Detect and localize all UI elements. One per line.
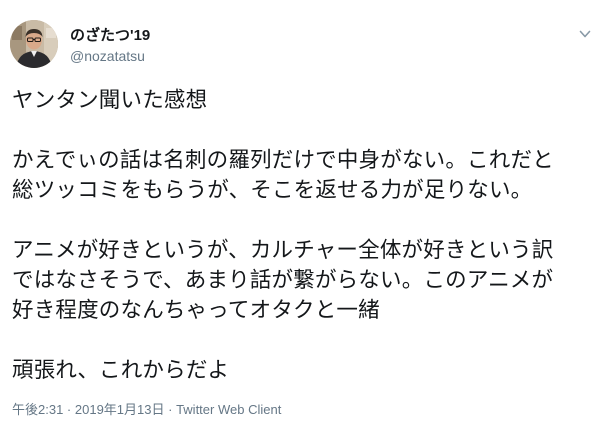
tweet-text-line: 好き程度のなんちゃってオタクと一緒 bbox=[12, 298, 380, 323]
tweet-card: のざたつ'19 @nozatatsu ヤンタン聞いた感想 かえでぃの話は名刺の羅… bbox=[0, 0, 600, 435]
tweet-text-line: ヤンタン聞いた感想 bbox=[12, 88, 208, 113]
tweet-text-line: かえでぃの話は名刺の羅列だけで中身がない。これだと bbox=[12, 148, 554, 173]
tweet-text-line bbox=[12, 206, 598, 236]
tweet-text-line: ではなさそうで、あまり話が繋がらない。このアニメが bbox=[12, 268, 554, 293]
tweet-text: ヤンタン聞いた感想 かえでぃの話は名刺の羅列だけで中身がない。これだと 総ツッコ… bbox=[12, 86, 598, 386]
tweet-metadata: 午後2:31 · 2019年1月13日 · Twitter Web Client bbox=[12, 402, 281, 418]
tweet-text-line bbox=[12, 326, 598, 356]
author-display-name[interactable]: のざたつ'19 bbox=[70, 27, 150, 45]
tweet-date[interactable]: 2019年1月13日 bbox=[75, 402, 165, 417]
meta-separator: · bbox=[164, 402, 177, 417]
chevron-down-icon[interactable] bbox=[578, 26, 592, 40]
tweet-client[interactable]: Twitter Web Client bbox=[176, 402, 281, 417]
tweet-text-line: 頑張れ、これからだよ bbox=[12, 358, 230, 383]
tweet-time[interactable]: 午後2:31 bbox=[12, 402, 63, 417]
user-avatar[interactable] bbox=[10, 20, 58, 68]
tweet-text-line: アニメが好きというが、カルチャー全体が好きという訳 bbox=[12, 238, 554, 263]
avatar-photo-icon bbox=[10, 20, 58, 68]
tweet-text-line bbox=[12, 116, 598, 146]
author-handle[interactable]: @nozatatsu bbox=[70, 48, 145, 65]
meta-separator: · bbox=[63, 402, 75, 417]
tweet-text-line: 総ツッコミをもらうが、そこを返せる力が足りない。 bbox=[12, 178, 533, 203]
